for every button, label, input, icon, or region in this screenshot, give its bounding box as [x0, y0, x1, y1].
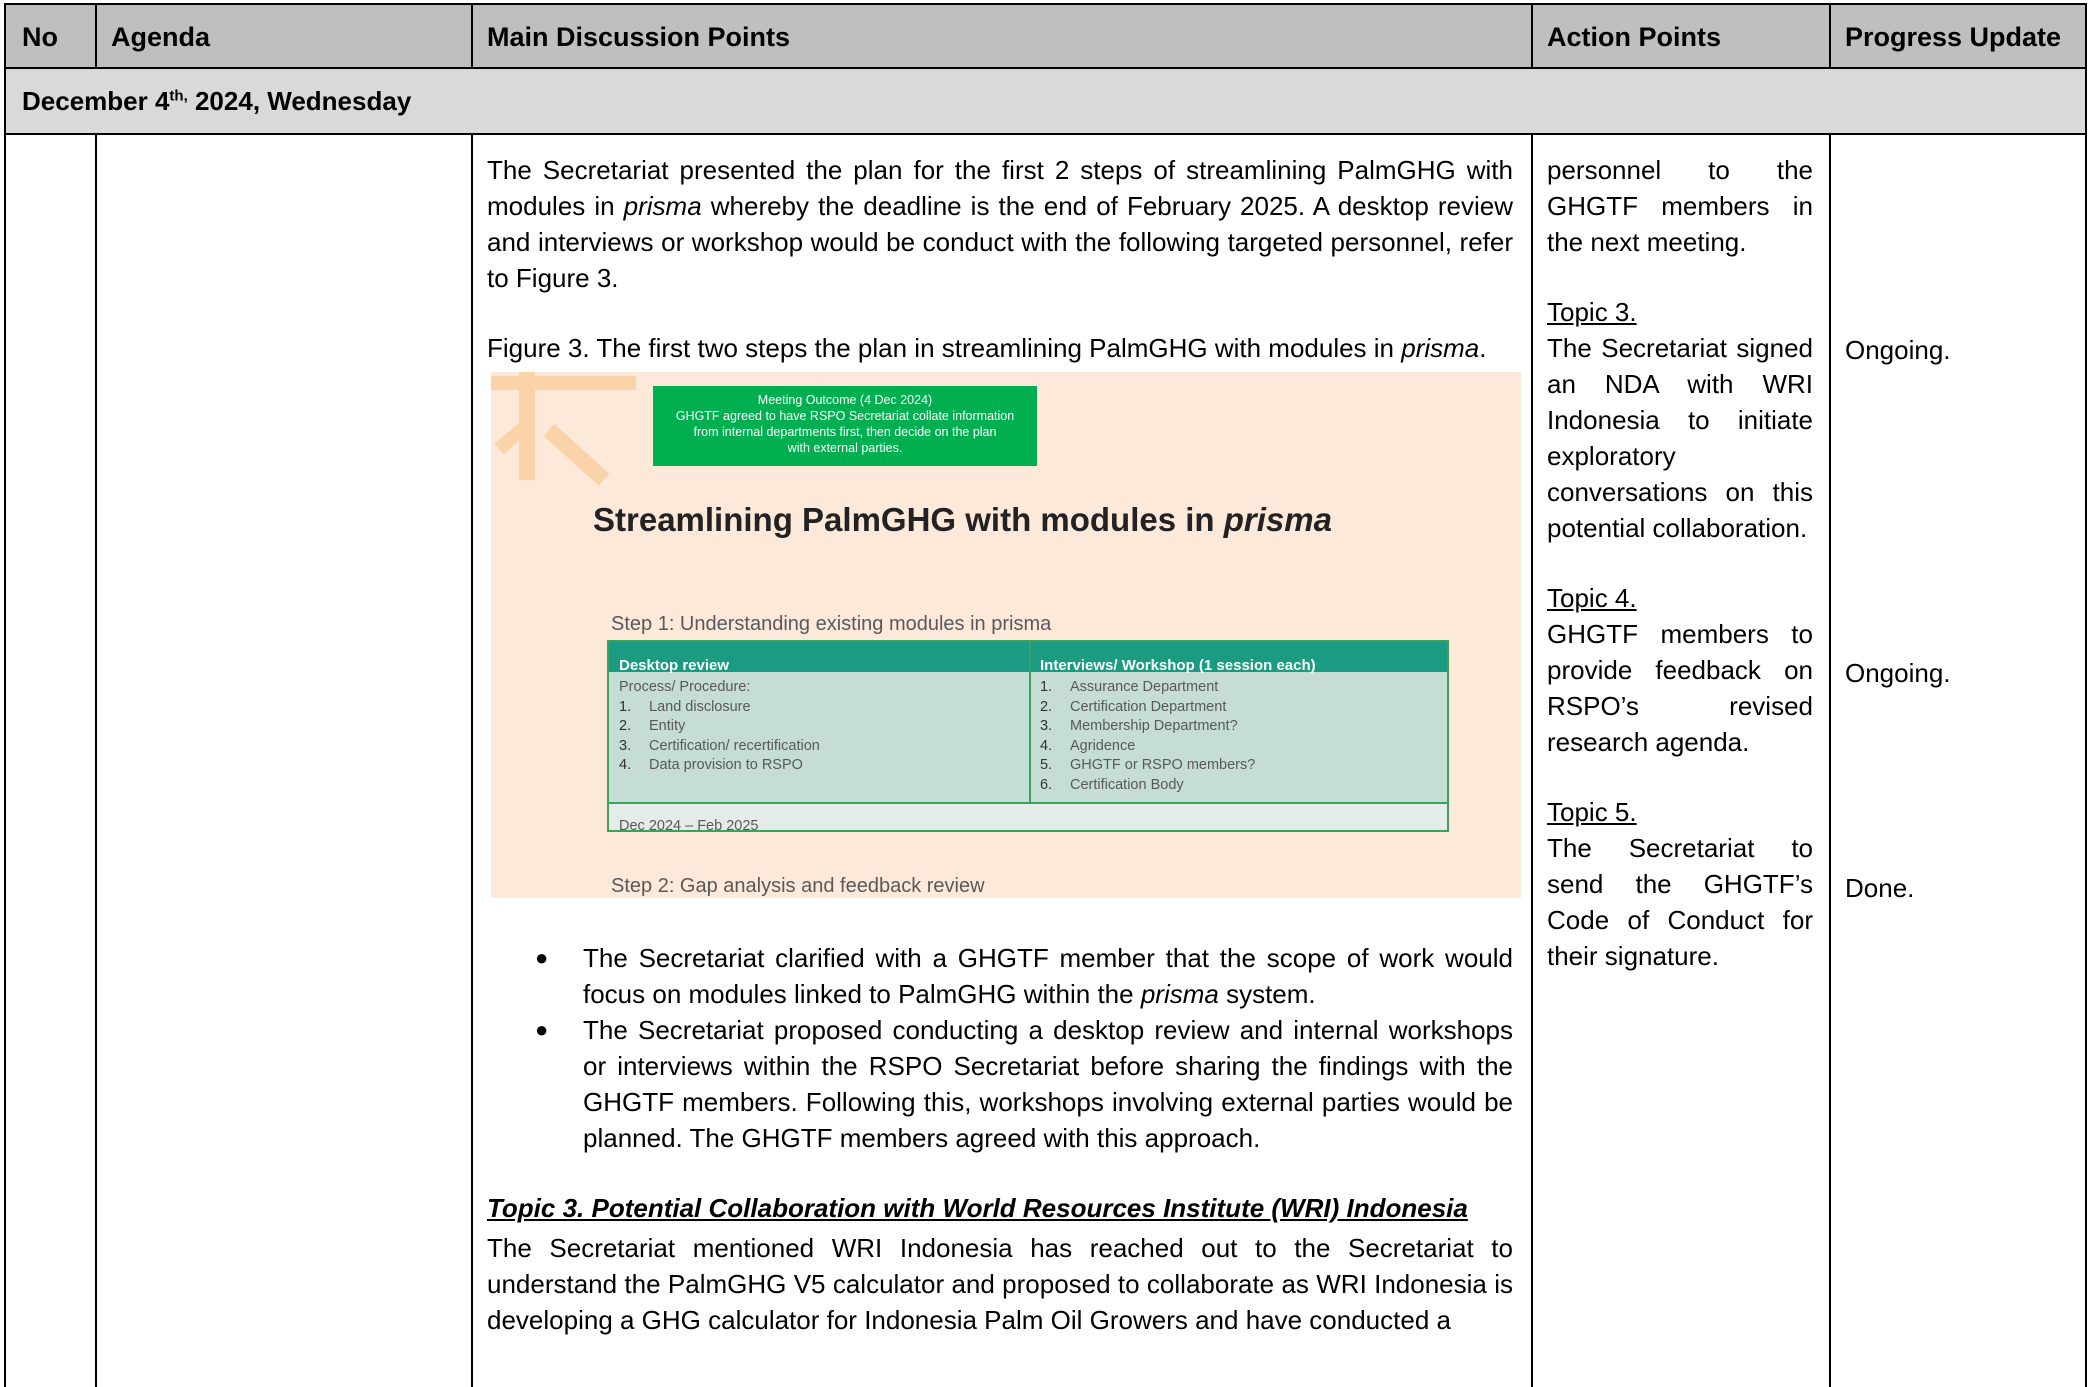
- progress-topic-5: Done.: [1845, 873, 1915, 903]
- table-header-row: [5, 4, 2086, 68]
- topic-3-paragraph: The Secretariat mentioned WRI Indonesia …: [487, 1233, 1513, 1335]
- main-discussion-cell: The Secretariat presented the plan for t…: [487, 152, 1521, 1338]
- figure-3-image: Meeting Outcome (4 Dec 2024) GHGTF agree…: [491, 372, 1521, 898]
- header-action-points: Action Points: [1547, 22, 1721, 52]
- action-topic-3-text: The Secretariat signed an NDA with WRI I…: [1547, 333, 1813, 543]
- header-no: No: [22, 22, 58, 52]
- action-points-cell: personnel to the GHGTF members in the ne…: [1547, 152, 1813, 974]
- decorative-shape: [543, 424, 610, 486]
- action-topic-5-text: The Secretariat to send the GHGTF’s Code…: [1547, 833, 1813, 971]
- timeline-label: Dec 2024 – Feb 2025: [619, 818, 759, 834]
- desktop-review-list: Process/ Procedure: 1. Land disclosure 2.…: [619, 679, 820, 773]
- progress-topic-3: Ongoing.: [1845, 335, 1951, 365]
- figure-caption: Figure 3. The first two steps the plan i…: [487, 333, 1487, 363]
- step-1-label: Step 1: Understanding existing modules i…: [611, 613, 1052, 635]
- intro-paragraph: The Secretariat presented the plan for t…: [487, 155, 1513, 293]
- progress-topic-4: Ongoing.: [1845, 658, 1951, 688]
- action-topic-5-label: Topic 5.: [1547, 797, 1637, 827]
- action-topic-4-text: GHGTF members to provide feedback on RSP…: [1547, 619, 1813, 757]
- header-main-discussion: Main Discussion Points: [487, 22, 791, 52]
- decorative-shape: [491, 376, 636, 390]
- list-item: The Secretariat clarified with a GHGTF m…: [487, 940, 1513, 1012]
- header-agenda: Agenda: [111, 22, 211, 52]
- steps-table: Desktop review Interviews/ Workshop (1 s…: [607, 640, 1449, 834]
- action-topic-3-label: Topic 3.: [1547, 297, 1637, 327]
- meeting-outcome-box: Meeting Outcome (4 Dec 2024) GHGTF agree…: [653, 386, 1037, 466]
- header-progress-update: Progress Update: [1845, 22, 2062, 52]
- action-topic-4-label: Topic 4.: [1547, 583, 1637, 613]
- meeting-date: December 4th, 2024, Wednesday: [22, 86, 412, 116]
- action-continuation: personnel to the GHGTF members in the ne…: [1547, 155, 1813, 257]
- topic-3-heading: Topic 3. Potential Collaboration with Wo…: [487, 1193, 1468, 1223]
- discussion-bullets: The Secretariat clarified with a GHGTF m…: [487, 940, 1513, 1156]
- interviews-list: 1. Assurance Department 2. Certification D…: [1040, 679, 1256, 793]
- list-item: The Secretariat proposed conducting a de…: [487, 1012, 1513, 1156]
- figure-title: Streamlining PalmGHG with modules in pri…: [593, 501, 1332, 538]
- step-2-label: Step 2: Gap analysis and feedback review: [611, 875, 985, 897]
